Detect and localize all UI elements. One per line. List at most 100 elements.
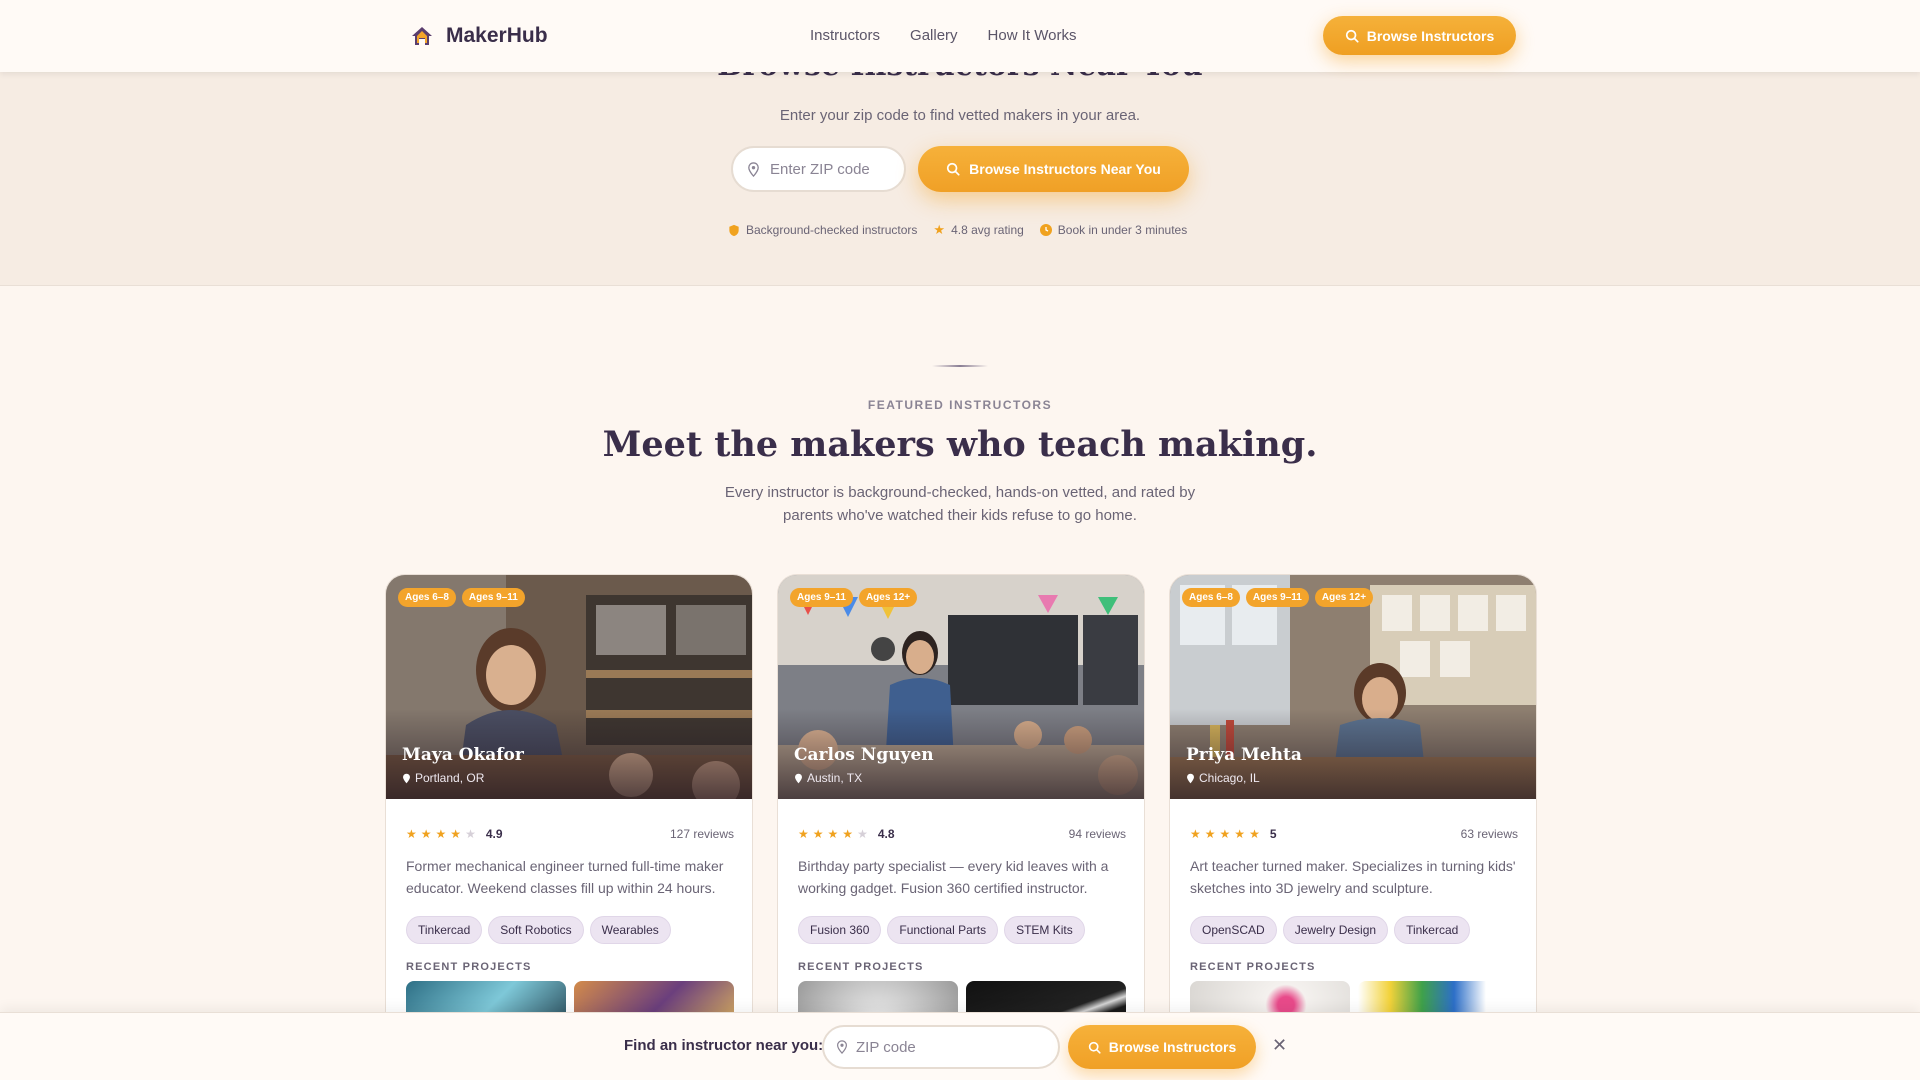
nav-links: Instructors Gallery How It Works — [810, 27, 1076, 44]
age-badge: Ages 9–11 — [790, 588, 853, 607]
age-badge: Ages 9–11 — [461, 588, 525, 607]
star-icon: ★ — [1190, 827, 1201, 841]
dock-browse-button[interactable]: Browse Instructors — [1068, 1025, 1256, 1069]
rating-row: ★ ★ ★ ★ ★ 4.9 127 reviews — [406, 827, 734, 841]
age-badges: Ages 6–8 Ages 9–11 — [398, 588, 525, 607]
skill-tag: Tinkercad — [1394, 916, 1471, 944]
star-icon: ★ — [406, 827, 417, 841]
age-badge: Ages 12+ — [858, 588, 918, 607]
skill-tag: STEM Kits — [1004, 916, 1085, 944]
instructor-card-maya-okafor[interactable]: Ages 6–8 Ages 9–11 Maya Okafor Portland,… — [385, 574, 753, 1034]
location-pin-icon — [403, 773, 410, 783]
hero-zip-field[interactable] — [731, 146, 906, 192]
instructor-location: Austin, TX — [794, 771, 862, 785]
instructor-photo — [386, 575, 752, 799]
nav-link-how-it-works[interactable]: How It Works — [988, 27, 1077, 44]
instructor-bio: Former mechanical engineer turned full-t… — [406, 858, 724, 896]
location-pin-icon — [837, 1040, 847, 1054]
featured-subtitle: Every instructor is background-checked, … — [724, 484, 1196, 524]
instructor-card-priya-mehta[interactable]: Ages 6–8 Ages 9–11 Ages 12+ Priya Mehta … — [1169, 574, 1537, 1034]
star-icon: ★ — [812, 827, 824, 841]
rating-value: 5 — [1269, 827, 1277, 841]
recent-projects-label: RECENT PROJECTS — [406, 961, 532, 973]
hero-section: Browse Instructors Near You Enter your z… — [0, 72, 1920, 286]
star-icon: ★ — [1249, 827, 1260, 841]
star-icon: ★ — [420, 827, 432, 841]
rating-value: 4.9 — [485, 827, 503, 841]
skill-tags: OpenSCAD Jewelry Design Tinkercad — [1190, 916, 1471, 944]
review-count: 94 reviews — [1068, 827, 1126, 841]
featured-eyebrow: FEATURED INSTRUCTORS — [867, 398, 1053, 412]
section-divider — [932, 365, 988, 367]
star-icon: ★ — [1234, 827, 1246, 841]
skill-tag: Jewelry Design — [1282, 916, 1389, 944]
review-count: 63 reviews — [1460, 827, 1518, 841]
trust-badges: Background-checked instructors ★ 4.8 avg… — [728, 222, 1187, 238]
dock-zip-field[interactable] — [822, 1025, 1060, 1069]
star-rating: ★ ★ ★ ★ ★ — [1190, 827, 1260, 841]
dock-cta-label: Browse Instructors — [1108, 1039, 1237, 1055]
location-pin-icon — [1187, 773, 1194, 783]
brand-name: MakerHub — [446, 24, 548, 47]
hero-subtitle: Enter your zip code to find vetted maker… — [779, 107, 1141, 124]
trust-label: Background-checked instructors — [746, 223, 918, 237]
instructor-bio: Birthday party specialist — every kid le… — [798, 858, 1109, 896]
recent-projects-label: RECENT PROJECTS — [798, 961, 924, 973]
trust-item-booking: Book in under 3 minutes — [1039, 222, 1187, 238]
location-text: Portland, OR — [415, 771, 485, 785]
skill-tag: Fusion 360 — [798, 916, 882, 944]
hero-title: Browse Instructors Near You — [0, 72, 1920, 83]
instructor-name: Priya Mehta — [1186, 745, 1302, 765]
skill-tag: Soft Robotics — [488, 916, 584, 944]
rating-row: ★ ★ ★ ★ ★ 5 63 reviews — [1190, 827, 1518, 841]
hero-browse-button[interactable]: Browse Instructors Near You — [918, 146, 1189, 192]
star-icon: ★ — [450, 827, 462, 841]
nav-cta-label: Browse Instructors — [1366, 27, 1495, 44]
dock-zip-input[interactable] — [856, 1038, 976, 1056]
instructor-location: Portland, OR — [402, 771, 484, 785]
star-icon: ★ — [827, 827, 839, 841]
sticky-search-bar: Find an instructor near you: Browse Inst… — [0, 1012, 1920, 1080]
age-badges: Ages 6–8 Ages 9–11 Ages 12+ — [1182, 588, 1374, 607]
skill-tag: Functional Parts — [887, 916, 999, 944]
trust-item-rating: ★ 4.8 avg rating — [933, 222, 1023, 238]
nav-link-gallery[interactable]: Gallery — [910, 27, 958, 44]
house-logo-icon — [412, 27, 432, 45]
location-text: Chicago, IL — [1199, 771, 1260, 785]
top-nav: MakerHub Instructors Gallery How It Work… — [0, 0, 1920, 72]
skill-tag: Wearables — [589, 916, 671, 944]
location-text: Austin, TX — [807, 771, 863, 785]
instructor-location: Chicago, IL — [1186, 771, 1260, 785]
star-rating: ★ ★ ★ ★ ★ — [798, 827, 868, 841]
instructor-card-carlos-nguyen[interactable]: Ages 9–11 Ages 12+ Carlos Nguyen Austin,… — [777, 574, 1145, 1034]
location-pin-icon — [748, 161, 759, 177]
age-badge: Ages 12+ — [1314, 588, 1374, 607]
recent-projects-label: RECENT PROJECTS — [1190, 961, 1316, 973]
star-rating: ★ ★ ★ ★ ★ — [406, 827, 476, 841]
star-icon: ★ — [798, 827, 809, 841]
skill-tag: Tinkercad — [406, 916, 483, 944]
age-badge: Ages 6–8 — [1182, 588, 1240, 607]
hero-zip-input[interactable] — [770, 160, 890, 178]
skill-tags: Fusion 360 Functional Parts STEM Kits — [798, 916, 1085, 944]
skill-tags: Tinkercad Soft Robotics Wearables — [406, 916, 671, 944]
review-count: 127 reviews — [669, 827, 734, 841]
rating-value: 4.8 — [877, 827, 895, 841]
close-icon[interactable]: ✕ — [1272, 1035, 1287, 1056]
skill-tag: OpenSCAD — [1190, 916, 1277, 944]
star-icon: ★ — [1204, 827, 1216, 841]
nav-link-instructors[interactable]: Instructors — [810, 27, 880, 44]
star-icon: ★ — [435, 827, 447, 841]
trust-item-background-check: Background-checked instructors — [728, 222, 917, 238]
star-icon: ★ — [465, 827, 476, 841]
location-pin-icon — [795, 773, 802, 783]
star-icon: ★ — [933, 222, 946, 237]
rating-row: ★ ★ ★ ★ ★ 4.8 94 reviews — [798, 827, 1126, 841]
featured-title: Meet the makers who teach making. — [602, 424, 1318, 465]
age-badge: Ages 9–11 — [1245, 588, 1309, 607]
search-icon — [1088, 1041, 1101, 1054]
brand-logo[interactable]: MakerHub — [410, 24, 548, 48]
age-badge: Ages 6–8 — [398, 588, 456, 607]
nav-browse-instructors-button[interactable]: Browse Instructors — [1323, 16, 1516, 55]
star-icon: ★ — [842, 827, 854, 841]
